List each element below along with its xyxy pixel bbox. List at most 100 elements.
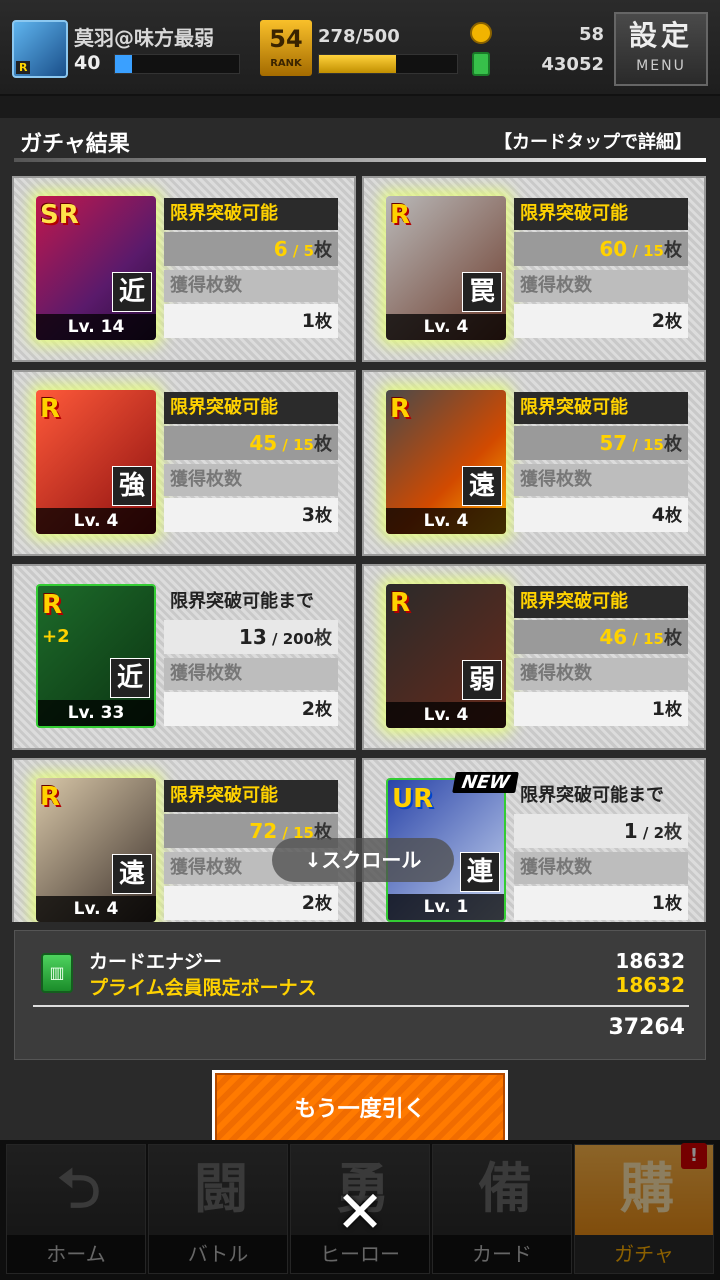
card-level: Lv. 4 [36, 508, 156, 534]
energy-divider [33, 1005, 689, 1007]
result-card[interactable]: R +2 近 Lv. 33 限界突破可能まで 13 / 200枚 獲得枚数 2枚 [12, 564, 356, 750]
card-level: Lv. 4 [36, 896, 156, 922]
obtained-count: 1枚 [514, 886, 688, 920]
obtained-value: 2 [301, 892, 315, 914]
card-type-badge: 弱 [462, 660, 502, 700]
limit-break-count: 60 / 15枚 [514, 232, 688, 266]
limit-unit: 枚 [314, 240, 332, 261]
card-type-badge: 近 [110, 658, 150, 698]
exp-bar [114, 54, 240, 74]
limit-break-label: 限界突破可能 [514, 586, 688, 618]
obtained-count: 1枚 [514, 692, 688, 726]
limit-have: 6 [273, 237, 288, 261]
result-card[interactable]: R 弱 Lv. 4 限界突破可能 46 / 15枚 獲得枚数 1枚 [362, 564, 706, 750]
obtained-label: 獲得枚数 [164, 658, 338, 690]
card-type-badge: 近 [112, 272, 152, 312]
energy-label: カードエナジー [89, 951, 223, 973]
player-name: 莫羽@味方最弱 [74, 26, 214, 50]
panel-title: ガチャ結果 [20, 132, 130, 157]
card-thumbnail[interactable]: SR 近 Lv. 14 [36, 196, 156, 340]
panel-hint: 【カードタップで詳細】 [494, 132, 692, 153]
obtained-unit: 枚 [665, 700, 682, 720]
rarity-badge: R [390, 200, 411, 230]
limit-have: 1 [623, 819, 638, 843]
coin-count: 58 [578, 24, 604, 45]
limit-have: 72 [249, 819, 278, 843]
energy-summary: ▥ カードエナジー 18632 プライム会員限定ボーナス 18632 37264 [14, 930, 706, 1060]
card-thumbnail[interactable]: R 罠 Lv. 4 [386, 196, 506, 340]
close-icon[interactable]: ✕ [330, 1182, 390, 1242]
card-type-badge: 遠 [112, 854, 152, 894]
obtained-label: 獲得枚数 [514, 270, 688, 302]
limit-break-count: 13 / 200枚 [164, 620, 338, 654]
rarity-badge: SR [40, 200, 79, 230]
rank-number: 54 [269, 25, 303, 53]
limit-need: 15 [293, 436, 314, 454]
result-card[interactable]: R 罠 Lv. 4 限界突破可能 60 / 15枚 獲得枚数 2枚 [362, 176, 706, 362]
limit-break-count: 6 / 5枚 [164, 232, 338, 266]
card-type-badge: 強 [112, 466, 152, 506]
stamina-bar-fill [319, 55, 396, 73]
rarity-badge: R [390, 588, 411, 618]
card-grid[interactable]: SR 近 Lv. 14 限界突破可能 6 / 5枚 獲得枚数 1枚 R 罠 Lv. 4 限界突破可能… [12, 176, 708, 922]
draw-again-label: もう一度引く [215, 1073, 505, 1143]
result-card[interactable]: SR 近 Lv. 14 限界突破可能 6 / 5枚 獲得枚数 1枚 [12, 176, 356, 362]
gacha-result-panel: ガチャ結果 【カードタップで詳細】 SR 近 Lv. 14 限界突破可能 6 / 5枚獲… [0, 118, 720, 1146]
obtained-value: 1 [651, 892, 665, 914]
obtained-unit: 枚 [315, 506, 332, 526]
limit-break-label: 限界突破可能 [514, 198, 688, 230]
coin-icon [470, 22, 492, 44]
limit-unit: 枚 [664, 434, 682, 455]
rank-badge: 54 RANK [260, 20, 312, 76]
card-thumbnail[interactable]: R 弱 Lv. 4 [386, 584, 506, 728]
limit-unit: 枚 [664, 240, 682, 261]
draw-again-button[interactable]: もう一度引く [212, 1070, 508, 1146]
limit-unit: 枚 [314, 628, 332, 649]
rarity-badge: R [40, 394, 61, 424]
limit-break-count: 46 / 15枚 [514, 620, 688, 654]
limit-break-count: 57 / 15枚 [514, 426, 688, 460]
obtained-unit: 枚 [315, 894, 332, 914]
energy-icon [472, 52, 490, 76]
obtained-value: 3 [301, 504, 315, 526]
bonus-label: プライム会員限定ボーナス [89, 977, 317, 999]
menu-sub: MENU [636, 58, 686, 74]
card-thumbnail[interactable]: R 遠 Lv. 4 [386, 390, 506, 534]
obtained-count: 2枚 [514, 304, 688, 338]
card-type-badge: 遠 [462, 466, 502, 506]
settings-menu-button[interactable]: 設定 MENU [614, 12, 708, 86]
limit-have: 46 [599, 625, 628, 649]
obtained-label: 獲得枚数 [164, 464, 338, 496]
rarity-badge: UR [392, 784, 434, 814]
card-thumbnail[interactable]: R +2 近 Lv. 33 [36, 584, 156, 728]
card-thumbnail[interactable]: R 遠 Lv. 4 [36, 778, 156, 922]
result-card[interactable]: R 遠 Lv. 4 限界突破可能 57 / 15枚 獲得枚数 4枚 [362, 370, 706, 556]
obtained-value: 4 [651, 504, 665, 526]
rarity-badge: R [40, 782, 61, 812]
obtained-value: 1 [301, 310, 315, 332]
obtained-label: 獲得枚数 [164, 270, 338, 302]
limit-need: 200 [282, 630, 314, 648]
exp-bar-fill [115, 55, 133, 73]
obtained-unit: 枚 [665, 312, 682, 332]
limit-have: 45 [249, 431, 278, 455]
limit-have: 13 [238, 625, 267, 649]
card-thumbnail[interactable]: R 強 Lv. 4 [36, 390, 156, 534]
obtained-unit: 枚 [665, 894, 682, 914]
limit-have: 57 [599, 431, 628, 455]
obtained-value: 2 [651, 310, 665, 332]
player-avatar[interactable] [12, 20, 68, 78]
stamina-bar [318, 54, 458, 74]
limit-unit: 枚 [664, 628, 682, 649]
obtained-unit: 枚 [315, 312, 332, 332]
obtained-unit: 枚 [665, 506, 682, 526]
obtained-label: 獲得枚数 [514, 852, 688, 884]
rank-label: RANK [270, 58, 302, 69]
energy-total: 37264 [608, 1015, 685, 1040]
menu-title: 設定 [628, 19, 693, 52]
limit-need: 15 [643, 242, 664, 260]
card-level: Lv. 1 [388, 894, 504, 920]
obtained-count: 2枚 [164, 692, 338, 726]
result-card[interactable]: R 強 Lv. 4 限界突破可能 45 / 15枚 獲得枚数 3枚 [12, 370, 356, 556]
obtained-label: 獲得枚数 [514, 658, 688, 690]
